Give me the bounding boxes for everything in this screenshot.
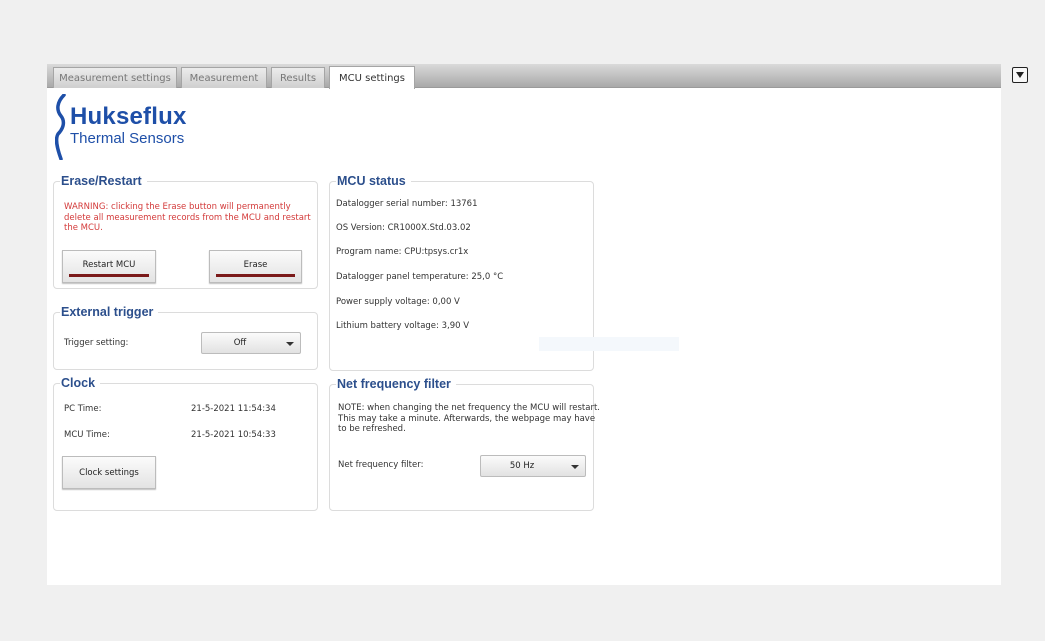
external-trigger-title: External trigger (60, 305, 159, 319)
tab-results[interactable]: Results (271, 67, 325, 88)
clock-group (53, 383, 318, 511)
serial-number-text: Datalogger serial number: 13761 (336, 199, 478, 209)
tab-bar: Measurement settings Measurement Results… (47, 64, 1001, 89)
panel-temperature-text: Datalogger panel temperature: 25,0 °C (336, 272, 504, 282)
trigger-setting-label: Trigger setting: (64, 338, 129, 348)
erase-button[interactable]: Erase (209, 250, 302, 283)
tab-measurement-settings[interactable]: Measurement settings (53, 67, 177, 88)
tab-mcu-settings[interactable]: MCU settings (329, 66, 415, 89)
power-supply-text: Power supply voltage: 0,00 V (336, 297, 460, 307)
net-frequency-title: Net frequency filter (336, 377, 456, 391)
logo-swirl-icon (55, 94, 66, 160)
clock-settings-label: Clock settings (79, 467, 139, 478)
erase-warning-text: WARNING: clicking the Erase button will … (64, 202, 311, 233)
chevron-down-icon (286, 342, 294, 346)
clock-title: Clock (60, 376, 101, 390)
chevron-down-icon (571, 465, 579, 469)
erase-restart-title: Erase/Restart (60, 174, 147, 188)
tab-measurement[interactable]: Measurement (181, 67, 267, 88)
restart-mcu-button[interactable]: Restart MCU (62, 250, 156, 283)
net-frequency-select[interactable]: 50 Hz (480, 455, 586, 477)
logo-brand-text: Hukseflux (70, 103, 187, 130)
erase-label: Erase (243, 260, 268, 270)
trigger-setting-select[interactable]: Off (201, 332, 301, 354)
restart-mcu-label: Restart MCU (82, 260, 136, 270)
mcu-time-value: 21-5-2021 10:54:33 (191, 430, 276, 440)
dropdown-menu-icon[interactable] (1012, 67, 1028, 83)
faded-overlay (539, 337, 679, 351)
pc-time-label: PC Time: (64, 404, 102, 414)
os-version-text: OS Version: CR1000X.Std.03.02 (336, 223, 471, 233)
mcu-status-title: MCU status (336, 174, 411, 188)
erase-bar (216, 274, 295, 277)
mcu-time-label: MCU Time: (64, 430, 110, 440)
net-frequency-note: NOTE: when changing the net frequency th… (338, 403, 600, 434)
trigger-setting-value: Off (233, 338, 247, 348)
lithium-battery-text: Lithium battery voltage: 3,90 V (336, 321, 470, 331)
program-name-text: Program name: CPU:tpsys.cr1x (336, 247, 469, 257)
net-frequency-value: 50 Hz (509, 461, 535, 471)
logo-subtitle-text: Thermal Sensors (70, 130, 185, 147)
clock-settings-button[interactable]: Clock settings (62, 456, 156, 489)
logo: Hukseflux Thermal Sensors (55, 94, 245, 160)
restart-mcu-bar (69, 274, 149, 277)
net-frequency-label: Net frequency filter: (338, 460, 424, 470)
pc-time-value: 21-5-2021 11:54:34 (191, 404, 276, 414)
